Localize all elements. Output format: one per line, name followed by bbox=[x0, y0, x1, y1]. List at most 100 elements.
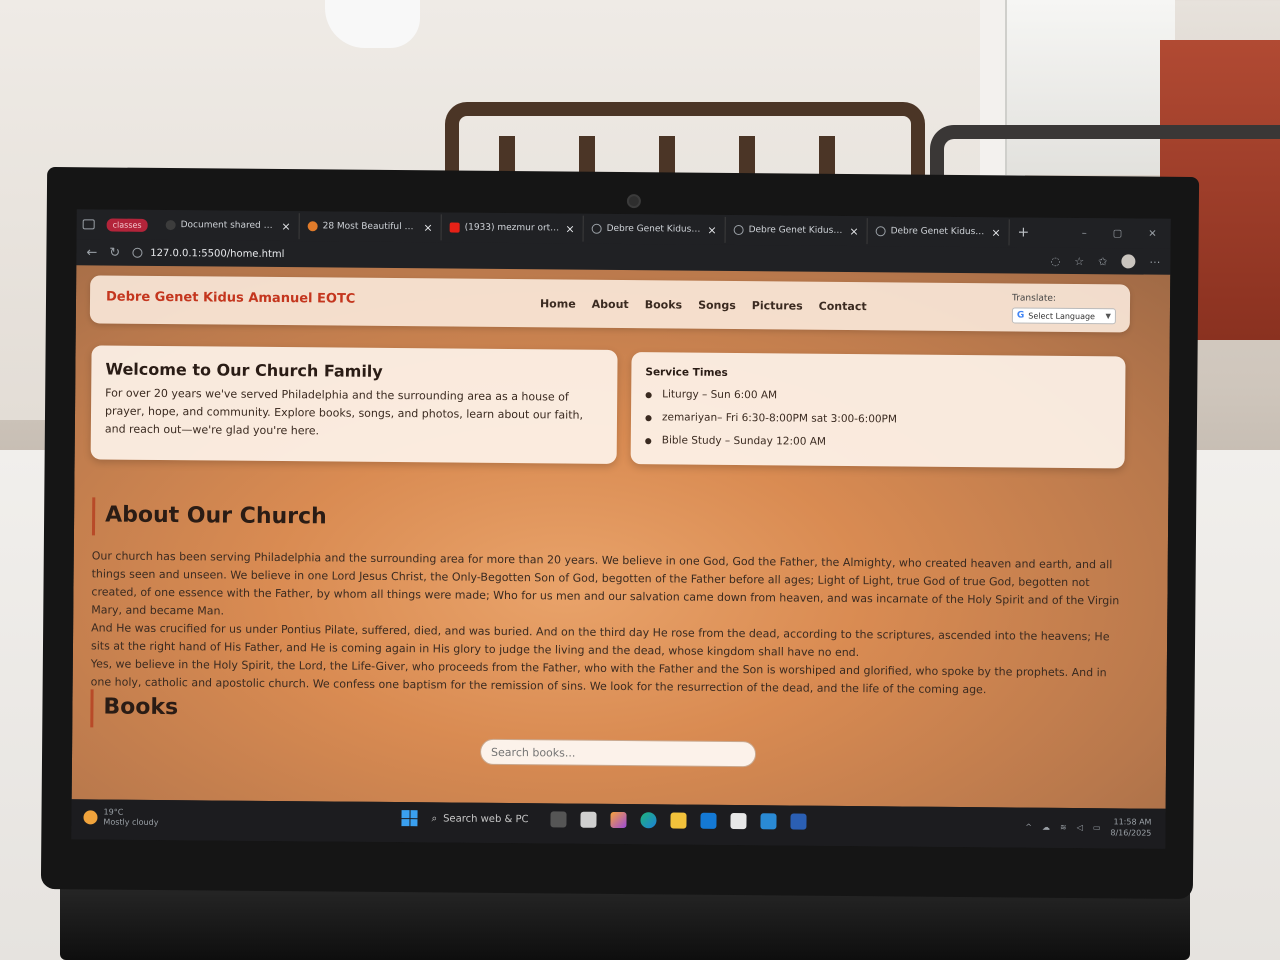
about-paragraph: Our church has been serving Philadelphia… bbox=[91, 549, 1120, 618]
taskbar-search-label: Search web & PC bbox=[443, 812, 529, 825]
close-window-icon[interactable]: ✕ bbox=[1148, 228, 1156, 239]
nav-link-songs[interactable]: Songs bbox=[698, 299, 736, 312]
chevron-up-icon[interactable]: ^ bbox=[1025, 822, 1032, 831]
browser-tab[interactable]: Debre Genet Kidus Aman × bbox=[725, 216, 868, 245]
nav-link-home[interactable]: Home bbox=[540, 297, 576, 310]
site-info-icon[interactable] bbox=[132, 247, 143, 258]
copilot-icon[interactable] bbox=[610, 811, 627, 829]
tab-title: Debre Genet Kidus Aman bbox=[748, 225, 845, 236]
about-paragraph: Yes, we believe in the Holy Spirit, the … bbox=[90, 657, 1107, 697]
close-tab-icon[interactable]: × bbox=[991, 226, 1000, 239]
read-aloud-icon[interactable]: ◌ bbox=[1051, 254, 1061, 267]
favorites-icon[interactable]: ✩ bbox=[1098, 255, 1107, 268]
url-field[interactable]: 127.0.0.1:5500/home.html bbox=[132, 247, 285, 260]
bullet-icon: ● bbox=[644, 436, 652, 446]
about-heading: About Our Church bbox=[91, 497, 327, 538]
tab-favicon-icon bbox=[165, 220, 176, 231]
weather-desc: Mostly cloudy bbox=[103, 817, 159, 827]
wifi-icon[interactable]: ≋ bbox=[1060, 822, 1067, 831]
taskbar-apps: ⌕ Search web & PC bbox=[401, 810, 807, 830]
service-times-card: Service Times ● Liturgy – Sun 6:00 AM ● ze… bbox=[630, 352, 1126, 469]
taskbar: 19°C Mostly cloudy ⌕ Search web & PC ^ ☁… bbox=[71, 799, 1166, 849]
back-icon[interactable]: ← bbox=[86, 245, 97, 260]
clock-time: 11:58 AM bbox=[1113, 817, 1152, 827]
browser-tab[interactable]: Document shared with yo × bbox=[157, 211, 300, 240]
close-tab-icon[interactable]: × bbox=[707, 223, 716, 236]
close-tab-icon[interactable]: × bbox=[565, 222, 574, 235]
close-tab-icon[interactable]: × bbox=[281, 220, 290, 233]
browser-tab[interactable]: (1933) mezmur orthodox × bbox=[441, 214, 584, 242]
window-controls: – ▢ ✕ bbox=[1082, 228, 1171, 240]
welcome-card: Welcome to Our Church Family For over 20… bbox=[90, 345, 618, 464]
url-text: 127.0.0.1:5500/home.html bbox=[150, 247, 285, 260]
list-item: ● Bible Study – Sunday 12:00 AM bbox=[645, 434, 1111, 452]
site-header: Debre Genet Kidus Amanuel EOTC Home Abou… bbox=[89, 275, 1131, 333]
list-item: ● Liturgy – Sun 6:00 AM bbox=[645, 388, 1111, 406]
site-nav-menu: Home About Books Songs Pictures Contact bbox=[540, 297, 867, 313]
toolbar-icons: ◌ ☆ ✩ ⋯ bbox=[1051, 254, 1161, 269]
clock[interactable]: 11:58 AM 8/16/2025 bbox=[1110, 816, 1151, 838]
volume-icon[interactable]: ◁ bbox=[1077, 822, 1083, 831]
new-tab-icon[interactable]: + bbox=[1018, 224, 1030, 240]
laptop-screen: classes Document shared with yo × 28 Mos… bbox=[71, 209, 1171, 849]
file-explorer-icon[interactable] bbox=[670, 812, 687, 829]
profile-avatar[interactable] bbox=[1121, 254, 1136, 269]
language-select[interactable]: G Select Language ▼ bbox=[1011, 307, 1116, 325]
onedrive-icon[interactable]: ☁ bbox=[1042, 822, 1050, 831]
search-books-input[interactable] bbox=[479, 738, 757, 768]
store-icon[interactable] bbox=[730, 812, 747, 830]
bullet-icon: ● bbox=[645, 390, 653, 400]
vscode-icon[interactable] bbox=[760, 813, 777, 830]
tab-title: 28 Most Beautiful Website bbox=[322, 221, 419, 233]
globe-icon bbox=[733, 224, 744, 236]
tab-title: Debre Genet Kidus Aman bbox=[606, 223, 703, 235]
edge-icon[interactable] bbox=[640, 812, 657, 829]
widgets-icon[interactable] bbox=[550, 811, 567, 828]
translate-label: Translate: bbox=[1012, 293, 1057, 304]
browser-tab[interactable]: Debre Genet Kidus Aman × bbox=[867, 218, 1010, 246]
books-heading: Books bbox=[90, 689, 179, 729]
maximize-icon[interactable]: ▢ bbox=[1113, 228, 1123, 239]
close-tab-icon[interactable]: × bbox=[849, 224, 858, 237]
tab-title: Debre Genet Kidus Aman bbox=[890, 226, 987, 238]
more-menu-icon[interactable]: ⋯ bbox=[1149, 255, 1160, 268]
tab-actions-icon[interactable] bbox=[82, 219, 95, 230]
minimize-icon[interactable]: – bbox=[1082, 228, 1087, 239]
nav-link-books[interactable]: Books bbox=[645, 298, 682, 311]
nav-link-contact[interactable]: Contact bbox=[819, 300, 867, 313]
browser-tab-active[interactable]: Debre Genet Kidus Aman × bbox=[583, 215, 726, 243]
tab-favicon-icon bbox=[307, 221, 318, 232]
browser-tab[interactable]: 28 Most Beautiful Website × bbox=[299, 213, 442, 241]
taskbar-search[interactable]: ⌕ Search web & PC bbox=[431, 813, 528, 825]
weather-text: 19°C Mostly cloudy bbox=[103, 808, 158, 828]
service-item-text: Liturgy – Sun 6:00 AM bbox=[662, 388, 778, 402]
google-icon: G bbox=[1016, 310, 1025, 321]
welcome-text: For over 20 years we've served Philadelp… bbox=[104, 386, 584, 438]
file-icon[interactable] bbox=[580, 811, 597, 828]
language-select-value: Select Language bbox=[1028, 311, 1096, 321]
list-item: ● zemariyan– Fri 6:30-8:00PM sat 3:00-6:0… bbox=[645, 411, 1111, 429]
nav-link-pictures[interactable]: Pictures bbox=[752, 299, 803, 312]
globe-icon bbox=[591, 223, 602, 234]
outlook-icon[interactable] bbox=[700, 812, 717, 829]
battery-icon[interactable]: ▭ bbox=[1093, 823, 1101, 832]
nav-link-about[interactable]: About bbox=[592, 298, 629, 311]
globe-icon bbox=[875, 226, 886, 237]
tab-title: Document shared with yo bbox=[180, 220, 277, 231]
site-brand[interactable]: Debre Genet Kidus Amanuel EOTC bbox=[106, 290, 355, 307]
search-icon: ⌕ bbox=[431, 812, 438, 824]
reload-icon[interactable]: ↻ bbox=[109, 245, 120, 260]
weather-widget[interactable]: 19°C Mostly cloudy bbox=[83, 807, 158, 828]
bullet-icon: ● bbox=[644, 413, 653, 423]
web-page: Debre Genet Kidus Amanuel EOTC Home Abou… bbox=[71, 265, 1171, 809]
tab-group-label[interactable]: classes bbox=[106, 218, 148, 232]
youtube-icon bbox=[449, 222, 460, 233]
service-times-list: ● Liturgy – Sun 6:00 AM ● zemariyan– Fri 6… bbox=[645, 388, 1112, 452]
word-icon[interactable] bbox=[790, 813, 807, 830]
close-tab-icon[interactable]: × bbox=[423, 221, 432, 234]
windows-start-icon[interactable] bbox=[401, 810, 418, 827]
tab-title: (1933) mezmur orthodox bbox=[464, 222, 561, 234]
webcam bbox=[626, 194, 641, 209]
system-tray: ^ ☁ ≋ ◁ ▭ 11:58 AM 8/16/2025 bbox=[1025, 816, 1151, 839]
favorite-star-icon[interactable]: ☆ bbox=[1074, 254, 1084, 267]
